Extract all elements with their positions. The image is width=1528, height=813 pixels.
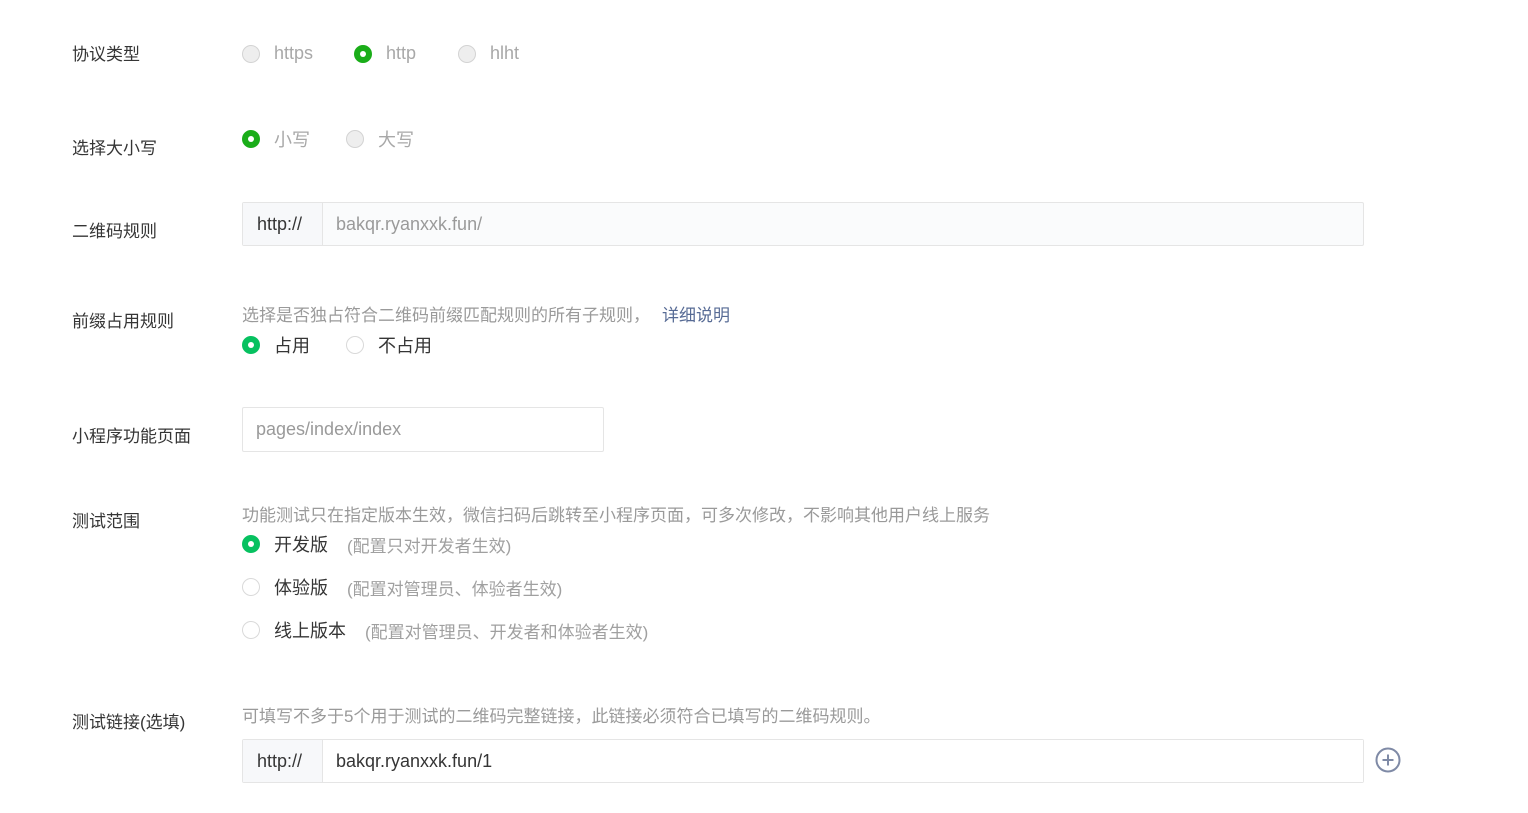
prefix-option-occupy[interactable]: 占用 — [242, 332, 310, 358]
case-label: 选择大小写 — [72, 139, 157, 158]
prefix-option-label: 占用 — [274, 336, 310, 356]
scope-option-note: (配置只对开发者生效) — [347, 536, 512, 556]
prefix-rule-description: 选择是否独占符合二维码前缀匹配规则的所有子规则， 详细说明 — [242, 301, 730, 326]
prefix-option-label: 不占用 — [378, 336, 432, 356]
prefix-rule-description-text: 选择是否独占符合二维码前缀匹配规则的所有子规则， — [242, 306, 650, 325]
test-link-description: 可填写不多于5个用于测试的二维码完整链接，此链接必须符合已填写的二维码规则。 — [242, 707, 881, 726]
test-scope-description: 功能测试只在指定版本生效，微信扫码后跳转至小程序页面，可多次修改，不影响其他用户… — [242, 506, 990, 525]
protocol-label: 协议类型 — [72, 45, 140, 64]
protocol-option-hlht[interactable]: hlht — [458, 43, 519, 64]
radio-icon — [242, 578, 260, 596]
qr-rule-label: 二维码规则 — [72, 222, 157, 241]
test-link-label: 测试链接(选填) — [72, 713, 186, 732]
test-link-input[interactable]: bakqr.ryanxxk.fun/1 — [323, 740, 1363, 782]
radio-icon — [242, 621, 260, 639]
qr-rule-input[interactable]: bakqr.ryanxxk.fun/ — [323, 203, 482, 245]
prefix-rule-label: 前缀占用规则 — [72, 312, 174, 331]
scope-option-label: 体验版 — [274, 578, 328, 598]
details-link[interactable]: 详细说明 — [662, 306, 730, 325]
protocol-option-https[interactable]: https — [242, 43, 313, 64]
plus-circle-icon[interactable] — [1375, 747, 1401, 773]
case-option-label: 小写 — [274, 130, 310, 150]
radio-icon — [242, 44, 260, 63]
radio-checked-icon — [354, 44, 372, 63]
scope-option-note: (配置对管理员、体验者生效) — [347, 579, 563, 599]
radio-icon — [346, 336, 364, 354]
radio-checked-icon — [242, 130, 260, 148]
prefix-option-no-occupy[interactable]: 不占用 — [346, 332, 432, 358]
radio-icon — [458, 44, 476, 63]
scope-option-trial[interactable]: 体验版 (配置对管理员、体验者生效) — [242, 574, 562, 600]
page-label: 小程序功能页面 — [72, 427, 191, 446]
protocol-option-label: hlht — [490, 43, 520, 63]
page-input[interactable]: pages/index/index — [242, 407, 604, 452]
qr-rule-prefix: http:// — [243, 203, 323, 245]
radio-checked-icon — [242, 535, 260, 553]
scope-option-label: 线上版本 — [274, 621, 346, 641]
test-scope-label: 测试范围 — [72, 512, 140, 531]
case-option-upper[interactable]: 大写 — [346, 126, 414, 152]
qr-rule-input-group: http:// bakqr.ryanxxk.fun/ — [242, 202, 1364, 246]
scope-option-release[interactable]: 线上版本 (配置对管理员、开发者和体验者生效) — [242, 617, 648, 643]
radio-checked-icon — [242, 336, 260, 354]
case-option-label: 大写 — [378, 130, 414, 150]
test-link-prefix: http:// — [243, 740, 323, 782]
scope-option-note: (配置对管理员、开发者和体验者生效) — [365, 622, 649, 642]
radio-icon — [346, 130, 364, 148]
scope-option-dev[interactable]: 开发版 (配置只对开发者生效) — [242, 531, 511, 557]
protocol-option-http[interactable]: http — [354, 43, 416, 64]
scope-option-label: 开发版 — [274, 535, 328, 555]
protocol-option-label: https — [274, 43, 314, 63]
case-option-lower[interactable]: 小写 — [242, 126, 310, 152]
test-link-input-group: http:// bakqr.ryanxxk.fun/1 — [242, 739, 1364, 783]
protocol-option-label: http — [386, 43, 417, 63]
